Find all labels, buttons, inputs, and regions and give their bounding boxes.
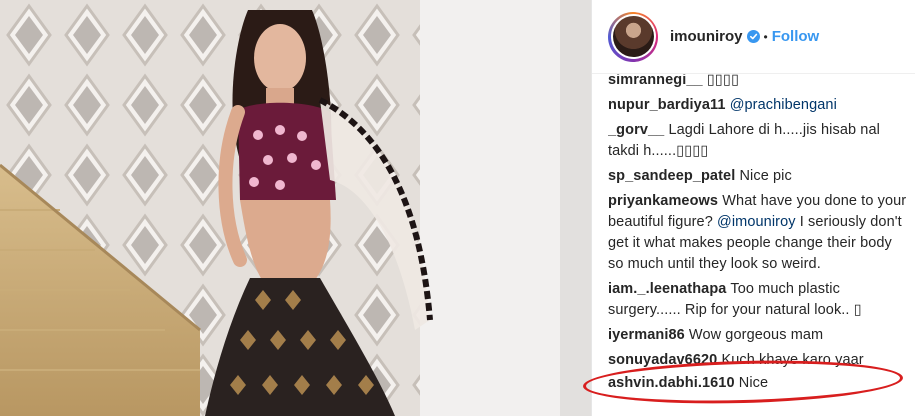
comment: nupur_bardiya11 @prachibengani xyxy=(608,95,908,116)
separator-dot: • xyxy=(763,29,768,44)
comment-highlighted: sonuyadav6620 Kuch khaye karo yaar xyxy=(608,350,908,371)
comment-username[interactable]: sp_sandeep_patel xyxy=(608,168,735,184)
comment-username[interactable]: priyankameows xyxy=(608,193,718,209)
post-side-panel: imouniroy • Follow simrannegi__ ▯▯▯▯ nup… xyxy=(592,0,915,416)
comment-text: Nice xyxy=(738,375,769,391)
post-image[interactable] xyxy=(0,0,591,416)
comment-username[interactable]: sonuyadav6620 xyxy=(608,352,717,368)
follow-button[interactable]: Follow xyxy=(772,28,820,45)
post-header: imouniroy • Follow xyxy=(592,0,915,74)
avatar[interactable] xyxy=(608,11,658,62)
comment-text: Nice pic xyxy=(739,168,792,184)
comment-username[interactable]: iyermani86 xyxy=(608,327,685,343)
post-photo-illustration xyxy=(0,0,591,416)
comment: simrannegi__ ▯▯▯▯ xyxy=(608,74,908,91)
comment: iam._.leenathapa Too much plastic surger… xyxy=(608,279,908,321)
comment-mention[interactable]: @imouniroy xyxy=(717,214,796,230)
verified-badge-icon xyxy=(746,30,760,43)
comment-username[interactable]: iam._.leenathapa xyxy=(608,281,726,297)
comment: ashvin.dabhi.1610 Nice xyxy=(608,373,908,394)
comment: iyermani86 Wow gorgeous mam xyxy=(608,325,908,346)
comment-username[interactable]: _gorv__ xyxy=(608,122,664,138)
comment-text: ▯▯▯▯ xyxy=(706,74,740,88)
comment-text: Wow gorgeous mam xyxy=(688,327,824,343)
comment-username[interactable]: nupur_bardiya11 xyxy=(608,97,726,113)
comment: priyankameows What have you done to your… xyxy=(608,191,908,275)
comments-list: simrannegi__ ▯▯▯▯ nupur_bardiya11 @prach… xyxy=(608,74,908,416)
avatar-image xyxy=(612,16,654,57)
avatar-frame xyxy=(610,14,656,59)
comment-username[interactable]: simrannegi__ xyxy=(608,74,703,88)
comment-mention[interactable]: @prachibengani xyxy=(730,97,837,113)
comment-text: Kuch khaye karo yaar xyxy=(721,352,864,368)
post-username[interactable]: imouniroy xyxy=(670,28,743,45)
comment: _gorv__ Lagdi Lahore di h.....jis hisab … xyxy=(608,120,908,162)
comment: sp_sandeep_patel Nice pic xyxy=(608,166,908,187)
comment-username[interactable]: ashvin.dabhi.1610 xyxy=(608,375,735,391)
